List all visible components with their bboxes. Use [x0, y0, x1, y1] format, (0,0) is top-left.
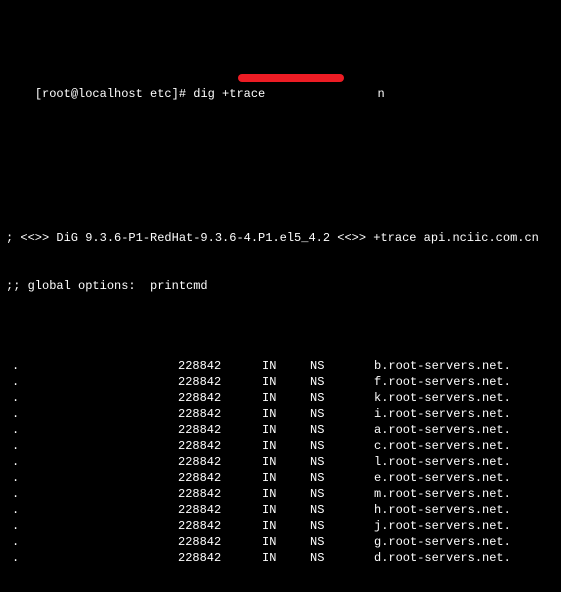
record-ttl: 228842 — [178, 486, 221, 502]
record-value: f.root-servers.net. — [374, 374, 511, 390]
shell-command: dig +trace — [193, 87, 272, 101]
record-class: IN — [262, 438, 276, 454]
record-value: k.root-servers.net. — [374, 390, 511, 406]
record-value: j.root-servers.net. — [374, 518, 511, 534]
record-ttl: 228842 — [178, 550, 221, 566]
record-name: . — [12, 502, 19, 518]
record-class: IN — [262, 502, 276, 518]
record-value: d.root-servers.net. — [374, 550, 511, 566]
record-ttl: 228842 — [178, 374, 221, 390]
record-value: i.root-servers.net. — [374, 406, 511, 422]
ns-record-row: . 228842 IN NS e.root-servers.net. — [6, 470, 555, 486]
record-class: IN — [262, 550, 276, 566]
dig-version-line: ; <<>> DiG 9.3.6-P1-RedHat-9.3.6-4.P1.el… — [6, 230, 555, 246]
blank — [6, 150, 555, 166]
record-ttl: 228842 — [178, 470, 221, 486]
record-name: . — [12, 438, 19, 454]
record-name: . — [12, 486, 19, 502]
prompt-line: [root@localhost etc]# dig +trace n — [6, 70, 555, 86]
terminal-output[interactable]: [root@localhost etc]# dig +trace n ; <<>… — [0, 0, 561, 592]
shell-prompt: [root@localhost etc]# — [35, 87, 193, 101]
record-type: NS — [310, 550, 324, 566]
record-value: a.root-servers.net. — [374, 422, 511, 438]
record-name: . — [12, 358, 19, 374]
record-type: NS — [310, 454, 324, 470]
ns-record-row: . 228842 IN NS l.root-servers.net. — [6, 454, 555, 470]
record-name: . — [12, 374, 19, 390]
record-ttl: 228842 — [178, 422, 221, 438]
ns-record-row: . 228842 IN NS k.root-servers.net. — [6, 390, 555, 406]
ns-record-row: . 228842 IN NS h.root-servers.net. — [6, 502, 555, 518]
record-name: . — [12, 390, 19, 406]
ns-record-row: . 228842 IN NS j.root-servers.net. — [6, 518, 555, 534]
record-ttl: 228842 — [178, 390, 221, 406]
record-type: NS — [310, 502, 324, 518]
ns-record-row: . 228842 IN NS a.root-servers.net. — [6, 422, 555, 438]
record-class: IN — [262, 518, 276, 534]
record-class: IN — [262, 422, 276, 438]
record-ttl: 228842 — [178, 358, 221, 374]
record-value: e.root-servers.net. — [374, 470, 511, 486]
record-ttl: 228842 — [178, 518, 221, 534]
record-ttl: 228842 — [178, 406, 221, 422]
redaction-mark — [238, 74, 344, 82]
record-name: . — [12, 518, 19, 534]
record-value: g.root-servers.net. — [374, 534, 511, 550]
record-type: NS — [310, 374, 324, 390]
cmd-tail: n — [377, 87, 384, 101]
record-ttl: 228842 — [178, 502, 221, 518]
record-class: IN — [262, 470, 276, 486]
record-type: NS — [310, 438, 324, 454]
record-name: . — [12, 534, 19, 550]
record-name: . — [12, 422, 19, 438]
record-class: IN — [262, 486, 276, 502]
record-ttl: 228842 — [178, 454, 221, 470]
record-type: NS — [310, 518, 324, 534]
dig-options-line: ;; global options: printcmd — [6, 278, 555, 294]
record-type: NS — [310, 470, 324, 486]
record-name: . — [12, 454, 19, 470]
record-value: m.root-servers.net. — [374, 486, 511, 502]
ns-record-row: . 228842 IN NS d.root-servers.net. — [6, 550, 555, 566]
record-class: IN — [262, 454, 276, 470]
ns-record-row: . 228842 IN NS g.root-servers.net. — [6, 534, 555, 550]
record-class: IN — [262, 534, 276, 550]
record-class: IN — [262, 390, 276, 406]
record-type: NS — [310, 534, 324, 550]
record-ttl: 228842 — [178, 438, 221, 454]
record-type: NS — [310, 486, 324, 502]
record-name: . — [12, 406, 19, 422]
record-type: NS — [310, 390, 324, 406]
record-value: c.root-servers.net. — [374, 438, 511, 454]
record-class: IN — [262, 406, 276, 422]
record-class: IN — [262, 358, 276, 374]
record-name: . — [12, 470, 19, 486]
record-value: b.root-servers.net. — [374, 358, 511, 374]
ns-record-row: . 228842 IN NS c.root-servers.net. — [6, 438, 555, 454]
ns-record-row: . 228842 IN NS i.root-servers.net. — [6, 406, 555, 422]
record-name: . — [12, 550, 19, 566]
ns-record-row: . 228842 IN NS b.root-servers.net. — [6, 358, 555, 374]
record-type: NS — [310, 422, 324, 438]
ns-record-row: . 228842 IN NS f.root-servers.net. — [6, 374, 555, 390]
ns-record-row: . 228842 IN NS m.root-servers.net. — [6, 486, 555, 502]
record-value: l.root-servers.net. — [374, 454, 511, 470]
record-type: NS — [310, 358, 324, 374]
record-ttl: 228842 — [178, 534, 221, 550]
record-type: NS — [310, 406, 324, 422]
record-class: IN — [262, 374, 276, 390]
record-value: h.root-servers.net. — [374, 502, 511, 518]
